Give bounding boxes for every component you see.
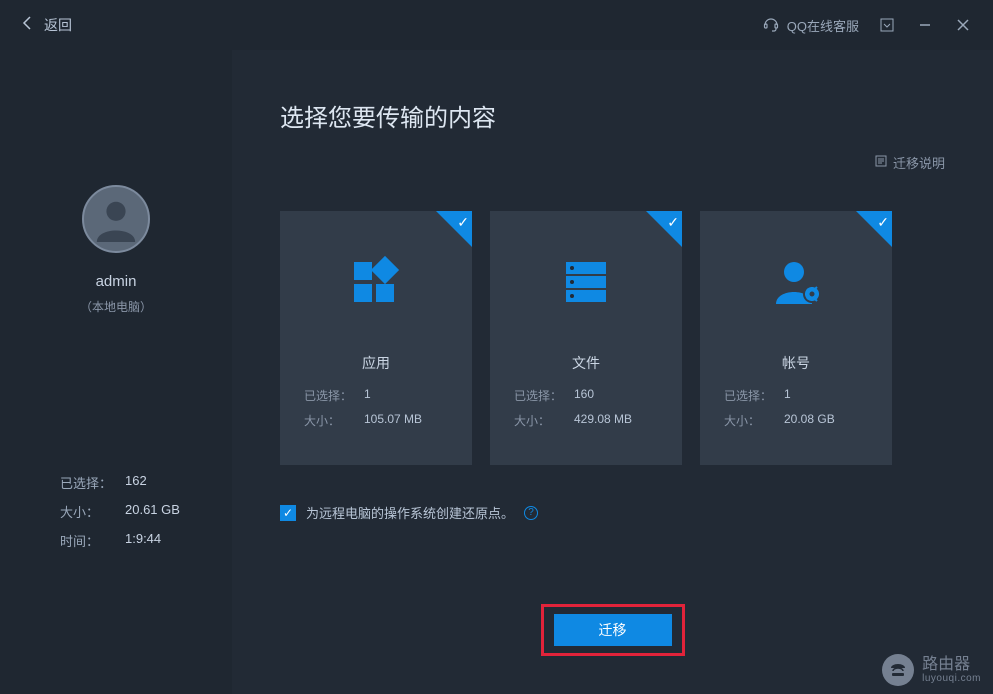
card-title: 应用	[362, 353, 390, 373]
stat-value: 1:9:44	[125, 531, 161, 550]
titlebar: 返回 QQ在线客服	[0, 0, 993, 50]
content-area: admin （本地电脑） 已选择： 162 大小： 20.61 GB 时间： 1…	[0, 50, 993, 694]
help-link[interactable]: 迁移说明	[875, 153, 945, 172]
avatar	[82, 185, 150, 253]
card-row-label: 已选择：	[724, 387, 784, 404]
card-apps[interactable]: ✓ 应用 已选择： 1 大小： 105.07 MB	[280, 211, 472, 465]
check-icon: ✓	[457, 214, 469, 231]
stat-value: 162	[125, 473, 147, 492]
card-row-label: 大小：	[514, 412, 574, 429]
migrate-button-highlight: 迁移	[541, 604, 685, 656]
stat-value: 20.61 GB	[125, 502, 180, 521]
help-link-label: 迁移说明	[893, 153, 945, 172]
close-button[interactable]	[953, 15, 973, 35]
card-title: 帐号	[782, 353, 810, 373]
restore-point-checkbox[interactable]: ✓	[280, 505, 296, 521]
check-icon: ✓	[667, 214, 679, 231]
minimize-button[interactable]	[915, 15, 935, 35]
watermark-sub: luyouqi.com	[922, 673, 981, 684]
sidebar: admin （本地电脑） 已选择： 162 大小： 20.61 GB 时间： 1…	[0, 50, 232, 694]
card-size-row: 大小： 105.07 MB	[280, 412, 472, 429]
stat-label: 大小：	[60, 502, 125, 521]
stat-label: 时间：	[60, 531, 125, 550]
apps-icon	[348, 254, 404, 310]
card-size-row: 大小： 20.08 GB	[700, 412, 892, 429]
qq-support-label: QQ在线客服	[787, 16, 859, 35]
card-row-value: 1	[784, 387, 791, 404]
sidebar-stats: 已选择： 162 大小： 20.61 GB 时间： 1:9:44	[0, 473, 232, 560]
back-label: 返回	[44, 15, 72, 35]
migrate-button[interactable]: 迁移	[554, 614, 672, 646]
back-button[interactable]: 返回	[20, 15, 72, 36]
card-row-label: 已选择：	[304, 387, 364, 404]
stat-selected: 已选择： 162	[60, 473, 232, 492]
card-row: ✓ 应用 已选择： 1 大小： 105.07 MB	[280, 211, 945, 465]
card-row-value: 20.08 GB	[784, 412, 835, 429]
card-row-label: 大小：	[724, 412, 784, 429]
card-row-value: 105.07 MB	[364, 412, 422, 429]
account-icon	[768, 254, 824, 310]
titlebar-right: QQ在线客服	[763, 15, 973, 35]
doc-icon	[875, 155, 887, 170]
check-icon: ✓	[877, 214, 889, 231]
files-icon	[558, 254, 614, 310]
card-selected-row: 已选择： 1	[280, 387, 472, 404]
card-row-label: 大小：	[304, 412, 364, 429]
card-accounts[interactable]: ✓ 帐号 已选择： 1 大小： 20.0	[700, 211, 892, 465]
local-computer-label: （本地电脑）	[80, 298, 152, 315]
card-row-value: 160	[574, 387, 594, 404]
card-row-label: 已选择：	[514, 387, 574, 404]
card-title: 文件	[572, 353, 600, 373]
help-icon[interactable]: ?	[524, 506, 538, 520]
card-row-value: 429.08 MB	[574, 412, 632, 429]
qq-support-link[interactable]: QQ在线客服	[763, 16, 859, 35]
window-controls	[915, 15, 973, 35]
user-icon	[93, 196, 139, 242]
menu-dropdown-button[interactable]	[877, 15, 897, 35]
back-arrow-icon	[20, 15, 36, 36]
watermark-main: 路由器	[922, 656, 981, 674]
page-title: 选择您要传输的内容	[280, 98, 945, 133]
username-label: admin	[96, 273, 137, 290]
stat-size: 大小： 20.61 GB	[60, 502, 232, 521]
restore-point-option: ✓ 为远程电脑的操作系统创建还原点。 ?	[280, 503, 945, 522]
restore-point-label: 为远程电脑的操作系统创建还原点。	[306, 503, 514, 522]
headset-icon	[763, 16, 779, 35]
stat-label: 已选择：	[60, 473, 125, 492]
router-icon	[882, 654, 914, 686]
watermark: 路由器 luyouqi.com	[882, 654, 981, 686]
card-selected-row: 已选择： 1	[700, 387, 892, 404]
stat-time: 时间： 1:9:44	[60, 531, 232, 550]
card-row-value: 1	[364, 387, 371, 404]
card-size-row: 大小： 429.08 MB	[490, 412, 682, 429]
card-selected-row: 已选择： 160	[490, 387, 682, 404]
card-files[interactable]: ✓ 文件 已选择： 160 大小： 429.08 MB	[490, 211, 682, 465]
main-panel: 选择您要传输的内容 迁移说明 ✓ 应用	[232, 50, 993, 694]
watermark-text: 路由器 luyouqi.com	[922, 656, 981, 685]
